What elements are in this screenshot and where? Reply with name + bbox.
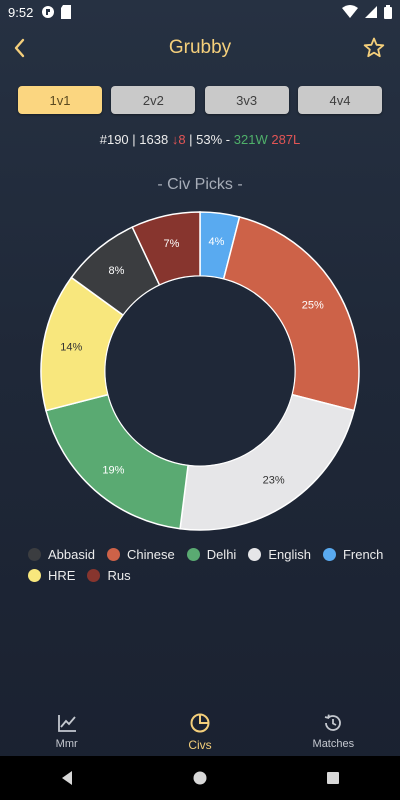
system-navigation-bar	[0, 756, 400, 800]
donut-label-abbasid: 8%	[109, 265, 125, 277]
donut-label-hre: 14%	[60, 341, 82, 353]
triangle-back-icon	[61, 771, 72, 785]
legend-item-english: English	[248, 547, 311, 562]
legend-label: Chinese	[126, 547, 175, 562]
chart-line-icon	[57, 715, 76, 732]
legend-swatch	[322, 548, 336, 561]
nav-mmr-label: Mmr	[55, 738, 78, 750]
legend-swatch	[186, 548, 200, 561]
civ-picks-donut-chart: 4% 25% 23% 19% 14% 8% 7%	[40, 211, 360, 531]
legend-label: French	[342, 547, 384, 562]
legend-swatch	[248, 548, 262, 561]
legend-item-french: French	[322, 547, 384, 562]
system-home-button[interactable]	[180, 758, 220, 798]
legend-item-rus: Rus	[87, 568, 131, 583]
nav-civs[interactable]: Civs	[133, 700, 266, 756]
legend-label: Delhi	[206, 547, 237, 562]
history-icon	[325, 714, 342, 731]
system-recents-button[interactable]	[313, 758, 353, 798]
legend-item-delhi: Delhi	[186, 547, 237, 562]
pie-chart-icon	[190, 713, 210, 733]
legend-swatch	[28, 548, 41, 561]
system-back-button[interactable]	[47, 758, 87, 798]
donut-label-chinese: 25%	[302, 299, 324, 311]
legend-swatch	[28, 569, 41, 582]
legend-swatch	[106, 548, 120, 561]
donut-hole	[105, 276, 295, 466]
nav-matches[interactable]: Matches	[267, 700, 400, 756]
legend-item-abbasid: Abbasid	[28, 547, 95, 562]
legend-label: HRE	[48, 568, 76, 583]
nav-civs-label: Civs	[188, 738, 212, 752]
donut-label-english: 23%	[263, 474, 285, 486]
chart-legend: Abbasid Chinese Delhi English French HRE Rus	[28, 547, 388, 583]
donut-label-delhi: 19%	[102, 464, 124, 476]
bottom-navigation: Mmr Civs Matches	[0, 700, 400, 756]
legend-item-chinese: Chinese	[106, 547, 175, 562]
donut-label-french: 4%	[208, 236, 224, 248]
legend-label: Abbasid	[48, 547, 95, 562]
nav-mmr[interactable]: Mmr	[0, 700, 133, 756]
legend-label: English	[268, 547, 311, 562]
donut-label-rus: 7%	[163, 238, 179, 250]
square-recents-icon	[327, 772, 340, 784]
circle-home-icon	[193, 771, 207, 785]
legend-item-hre: HRE	[28, 568, 75, 583]
nav-matches-label: Matches	[312, 738, 355, 750]
legend-label: Rus	[107, 568, 131, 583]
legend-swatch	[87, 569, 101, 582]
